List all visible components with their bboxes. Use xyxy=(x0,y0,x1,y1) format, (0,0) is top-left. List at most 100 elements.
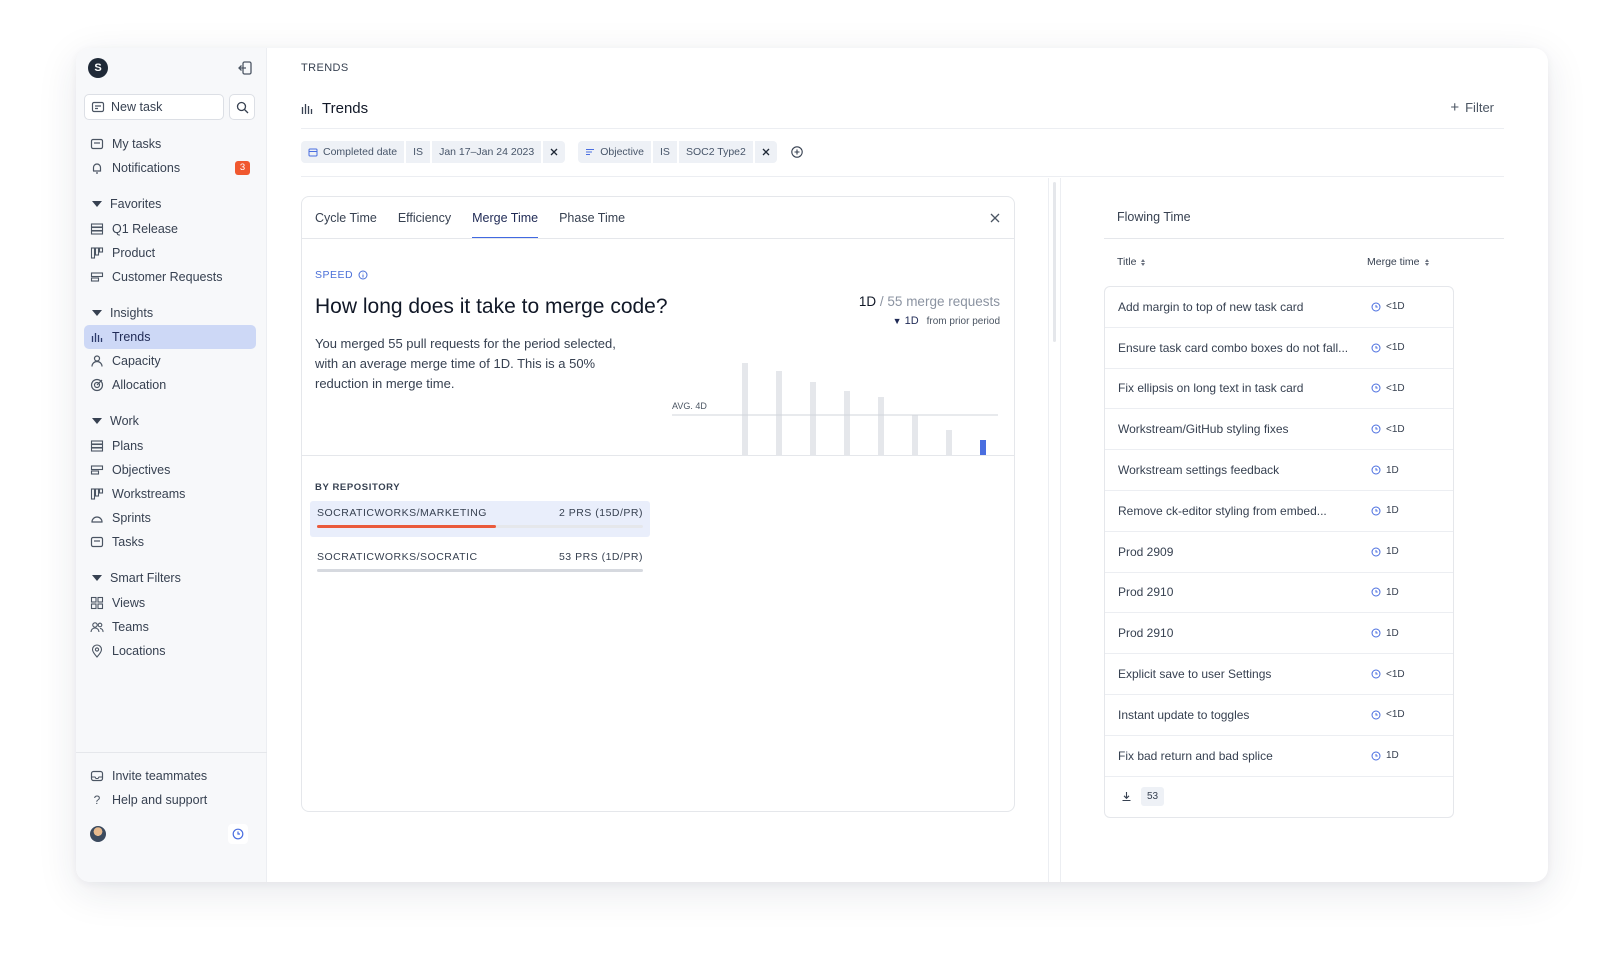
sidebar-item-trends[interactable]: Trends xyxy=(84,325,256,349)
chart-bar[interactable] xyxy=(878,397,884,455)
new-task-button[interactable]: New task xyxy=(84,94,224,120)
filter-field-label: Objective xyxy=(600,146,645,158)
sidebar-item-plans[interactable]: Plans xyxy=(84,434,256,458)
sidebar-item-tasks[interactable]: Tasks xyxy=(84,530,256,554)
sidebar-item-workstreams[interactable]: Workstreams xyxy=(84,482,256,506)
chart-bar[interactable] xyxy=(946,430,952,455)
sidebar-item-label: Allocation xyxy=(112,378,167,392)
filter-field-chip[interactable]: Completed date xyxy=(301,141,405,163)
add-filter-icon[interactable] xyxy=(790,145,804,159)
sidebar-item-my-tasks[interactable]: My tasks xyxy=(84,132,256,156)
close-icon[interactable] xyxy=(988,211,1002,225)
chart-bar[interactable] xyxy=(742,363,748,455)
sidebar-item-sprints[interactable]: Sprints xyxy=(84,506,256,530)
table-row[interactable]: Add margin to top of new task card <1D xyxy=(1105,287,1453,328)
panel-divider xyxy=(1060,178,1061,882)
delta-indicator: ▼ 1D from prior period xyxy=(893,315,1000,327)
app-logo[interactable]: S xyxy=(88,58,108,78)
delta-value: 1D xyxy=(904,315,919,327)
table-row[interactable]: Prod 2910 1D xyxy=(1105,573,1453,614)
info-icon[interactable] xyxy=(358,270,368,280)
sidebar-item-product[interactable]: Product xyxy=(84,241,256,265)
chart-bar[interactable] xyxy=(980,440,986,455)
sidebar-item-locations[interactable]: Locations xyxy=(84,639,256,663)
close-icon xyxy=(550,148,558,156)
table-row[interactable]: Workstream/GitHub styling fixes <1D xyxy=(1105,409,1453,451)
table-row[interactable]: Workstream settings feedback 1D xyxy=(1105,450,1453,491)
avg-label: AVG. 4D xyxy=(672,401,707,411)
collapse-sidebar-icon[interactable] xyxy=(236,58,256,78)
sidebar-item-notifications[interactable]: Notifications 3 xyxy=(84,156,256,180)
table-row[interactable]: Remove ck-editor styling from embed... 1D xyxy=(1105,491,1453,532)
merge-time-value: <1D xyxy=(1386,342,1405,354)
chart-bar[interactable] xyxy=(844,391,850,455)
filter-operator-chip[interactable]: IS xyxy=(653,141,677,163)
filter-operator-label: IS xyxy=(413,146,424,158)
column-header-title[interactable]: Title xyxy=(1117,256,1146,268)
task-card-icon xyxy=(90,137,104,151)
user-avatar[interactable] xyxy=(90,826,106,842)
sidebar-item-views[interactable]: Views xyxy=(84,591,256,615)
invite-teammates-link[interactable]: Invite teammates xyxy=(84,764,256,788)
stat-value: 1D xyxy=(858,294,877,309)
row-merge-time: 1D xyxy=(1371,546,1399,557)
repo-row[interactable]: SOCRATICWORKS/SOCRATIC 53 PRS (1D/PR) xyxy=(310,545,650,581)
section-work[interactable]: Work xyxy=(84,410,256,432)
clock-icon xyxy=(1371,383,1381,393)
column-header-merge-time[interactable]: Merge time xyxy=(1367,256,1429,268)
sidebar-item-label: Sprints xyxy=(112,511,151,525)
filter-value-chip[interactable]: SOC2 Type2 xyxy=(678,141,753,163)
clock-icon xyxy=(1371,506,1381,516)
chart-bar[interactable] xyxy=(776,371,782,455)
tab-merge-time[interactable]: Merge Time xyxy=(472,211,539,238)
sidebar-item-allocation[interactable]: Allocation xyxy=(84,373,256,397)
remove-filter-button[interactable] xyxy=(754,141,777,163)
help-support-link[interactable]: ? Help and support xyxy=(84,788,256,812)
invite-teammates-label: Invite teammates xyxy=(112,769,208,783)
section-favorites[interactable]: Favorites xyxy=(84,193,256,215)
remove-filter-button[interactable] xyxy=(543,141,566,163)
tab-efficiency[interactable]: Efficiency xyxy=(398,211,451,238)
table-row[interactable]: Explicit save to user Settings <1D xyxy=(1105,654,1453,695)
filter-value-chip[interactable]: Jan 17–Jan 24 2023 xyxy=(432,141,542,163)
tab-cycle-time[interactable]: Cycle Time xyxy=(315,211,377,238)
section-smart-filters[interactable]: Smart Filters xyxy=(84,567,256,589)
sidebar-item-customer-requests[interactable]: Customer Requests xyxy=(84,265,256,289)
merge-time-card: Cycle Time Efficiency Merge Time Phase T… xyxy=(301,196,1015,812)
row-title: Prod 2909 xyxy=(1118,544,1174,559)
sidebar-item-objectives[interactable]: Objectives xyxy=(84,458,256,482)
chart-bar[interactable] xyxy=(912,415,918,455)
repo-row[interactable]: SOCRATICWORKS/MARKETING 2 PRS (15D/PR) xyxy=(310,501,650,537)
download-icon[interactable] xyxy=(1121,791,1132,802)
divider xyxy=(302,455,1014,456)
table-row[interactable]: Instant update to toggles <1D xyxy=(1105,695,1453,736)
sidebar-item-q1-release[interactable]: Q1 Release xyxy=(84,217,256,241)
scrollbar-thumb[interactable] xyxy=(1053,182,1056,342)
main-content: TRENDS Trends + Filter Completed date IS… xyxy=(268,48,1548,882)
tab-phase-time[interactable]: Phase Time xyxy=(559,211,625,238)
sort-icon xyxy=(1424,258,1429,266)
section-insights[interactable]: Insights xyxy=(84,302,256,324)
filter-operator-chip[interactable]: IS xyxy=(406,141,431,163)
row-title: Ensure task card combo boxes do not fall… xyxy=(1118,340,1349,355)
divider xyxy=(1104,238,1504,239)
table-row[interactable]: Prod 2910 1D xyxy=(1105,613,1453,655)
breadcrumb[interactable]: TRENDS xyxy=(301,62,349,74)
bell-icon xyxy=(90,161,104,175)
sidebar-item-teams[interactable]: Teams xyxy=(84,615,256,639)
table-row[interactable]: Ensure task card combo boxes do not fall… xyxy=(1105,328,1453,369)
chart-bar[interactable] xyxy=(810,382,816,455)
sidebar-item-label: Views xyxy=(112,596,146,610)
filter-field-chip[interactable]: Objective xyxy=(578,141,652,163)
filter-label: Filter xyxy=(1465,100,1494,115)
table-row[interactable]: Fix bad return and bad splice 1D xyxy=(1105,736,1453,777)
timer-button[interactable] xyxy=(228,824,248,844)
table-row[interactable]: Prod 2909 1D xyxy=(1105,532,1453,573)
sidebar-item-capacity[interactable]: Capacity xyxy=(84,349,256,373)
table-row[interactable]: Fix ellipsis on long text in task card <1… xyxy=(1105,369,1453,410)
merge-time-value: <1D xyxy=(1386,382,1405,394)
search-button[interactable] xyxy=(229,94,255,120)
filter-button[interactable]: + Filter xyxy=(1450,100,1494,115)
grid-icon xyxy=(90,596,104,610)
row-merge-time: <1D xyxy=(1371,342,1405,353)
